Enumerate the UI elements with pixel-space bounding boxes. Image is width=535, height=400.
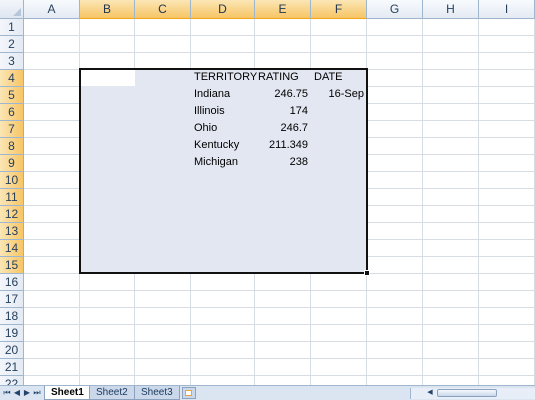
row-header-8[interactable]: 8 [0, 138, 24, 155]
column-header-b[interactable]: B [80, 0, 135, 19]
sheet-tab-bar: ⏮ ◀ ▶ ⏭ Sheet1 Sheet2 Sheet3 ◀ [0, 385, 535, 400]
column-header-a[interactable]: A [24, 0, 80, 19]
row-header-3[interactable]: 3 [0, 53, 24, 70]
row-header-1[interactable]: 1 [0, 19, 24, 36]
row-header-9[interactable]: 9 [0, 155, 24, 172]
row-header-21[interactable]: 21 [0, 359, 24, 376]
row-header-6[interactable]: 6 [0, 104, 24, 121]
scroll-left-icon[interactable]: ◀ [425, 388, 435, 398]
column-header-g[interactable]: G [367, 0, 423, 19]
row-header-4[interactable]: 4 [0, 70, 24, 87]
row-header-17[interactable]: 17 [0, 291, 24, 308]
column-header-i[interactable]: I [479, 0, 535, 19]
row-header-12[interactable]: 12 [0, 206, 24, 223]
row-header-15[interactable]: 15 [0, 257, 24, 274]
row-header-19[interactable]: 19 [0, 325, 24, 342]
prev-sheet-icon[interactable]: ◀ [12, 388, 22, 398]
column-header-c[interactable]: C [135, 0, 191, 19]
row-header-20[interactable]: 20 [0, 342, 24, 359]
row-header-7[interactable]: 7 [0, 121, 24, 138]
tab-sheet3[interactable]: Sheet3 [134, 386, 180, 400]
column-header-f[interactable]: F [311, 0, 367, 19]
column-header-h[interactable]: H [423, 0, 479, 19]
selection-border [79, 68, 368, 274]
tab-sheet2[interactable]: Sheet2 [89, 386, 135, 400]
spreadsheet-grid[interactable]: A B C D E F G H I 1 2 3 4 5 6 7 8 9 10 1… [0, 0, 535, 385]
insert-sheet-icon[interactable] [182, 387, 196, 399]
fill-handle[interactable] [364, 270, 370, 276]
first-sheet-icon[interactable]: ⏮ [2, 388, 12, 398]
column-header-e[interactable]: E [255, 0, 311, 19]
row-header-16[interactable]: 16 [0, 274, 24, 291]
row-header-2[interactable]: 2 [0, 36, 24, 53]
column-header-d[interactable]: D [191, 0, 255, 19]
row-header-14[interactable]: 14 [0, 240, 24, 257]
next-sheet-icon[interactable]: ▶ [22, 388, 32, 398]
tab-sheet1[interactable]: Sheet1 [44, 386, 91, 400]
row-header-18[interactable]: 18 [0, 308, 24, 325]
row-header-10[interactable]: 10 [0, 172, 24, 189]
select-all-corner[interactable] [0, 0, 24, 19]
last-sheet-icon[interactable]: ⏭ [32, 388, 42, 398]
row-header-11[interactable]: 11 [0, 189, 24, 206]
row-header-13[interactable]: 13 [0, 223, 24, 240]
row-header-5[interactable]: 5 [0, 87, 24, 104]
horizontal-scrollbar[interactable]: ◀ [410, 388, 535, 399]
scrollbar-thumb[interactable] [437, 389, 497, 397]
row-header-22[interactable]: 22 [0, 376, 24, 385]
